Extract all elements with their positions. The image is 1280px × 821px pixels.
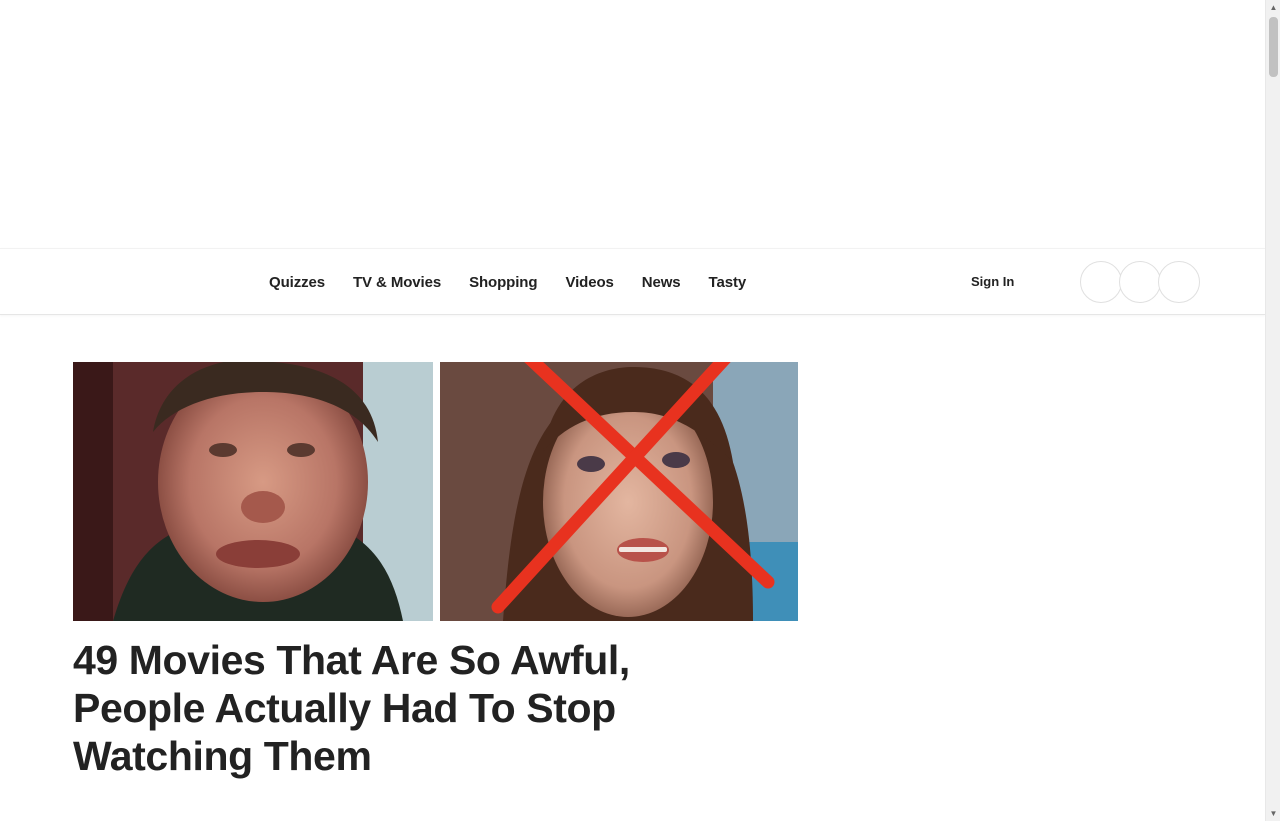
ad-slot bbox=[0, 0, 1265, 248]
nav-item-tv-movies[interactable]: TV & Movies bbox=[353, 274, 441, 291]
hero-illustration bbox=[73, 362, 798, 621]
nav-item-shopping[interactable]: Shopping bbox=[469, 274, 537, 291]
scrollbar-thumb[interactable] bbox=[1269, 17, 1278, 77]
scroll-up-arrow-icon[interactable]: ▲ bbox=[1266, 0, 1280, 15]
nav-icon-buttons bbox=[1080, 261, 1200, 303]
top-nav: Quizzes TV & Movies Shopping Videos News… bbox=[0, 248, 1265, 315]
social-button-2[interactable] bbox=[1119, 261, 1161, 303]
social-button-3[interactable] bbox=[1158, 261, 1200, 303]
page-scrollbar[interactable]: ▲ ▼ bbox=[1265, 0, 1280, 821]
scroll-down-arrow-icon[interactable]: ▼ bbox=[1266, 806, 1280, 821]
hero-image[interactable] bbox=[73, 362, 798, 621]
nav-item-tasty[interactable]: Tasty bbox=[709, 274, 747, 291]
nav-item-videos[interactable]: Videos bbox=[565, 274, 613, 291]
nav-item-news[interactable]: News bbox=[642, 274, 681, 291]
page: Quizzes TV & Movies Shopping Videos News… bbox=[0, 0, 1280, 821]
sign-in-link[interactable]: Sign In bbox=[971, 274, 1014, 289]
nav-links: Quizzes TV & Movies Shopping Videos News… bbox=[269, 249, 746, 315]
article-headline[interactable]: 49 Movies That Are So Awful, People Actu… bbox=[73, 636, 733, 780]
nav-item-quizzes[interactable]: Quizzes bbox=[269, 274, 325, 291]
social-button-1[interactable] bbox=[1080, 261, 1122, 303]
